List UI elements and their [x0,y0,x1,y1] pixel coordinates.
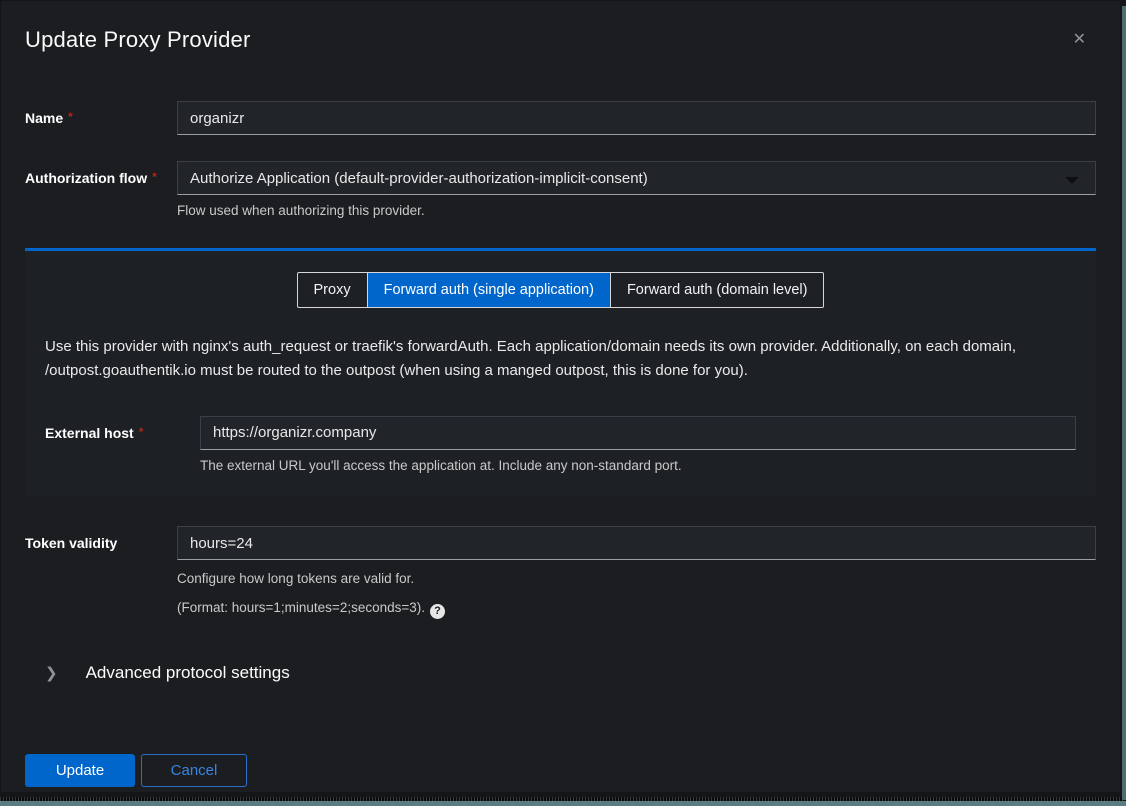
advanced-protocol-settings-label: Advanced protocol settings [86,663,290,683]
tab-forward-auth-single-application[interactable]: Forward auth (single application) [367,273,610,307]
window-right-edge [1122,6,1126,800]
authorization-flow-row: Authorization flow* Authorize Applicatio… [25,161,1096,221]
required-asterisk: * [68,110,73,124]
update-button[interactable]: Update [25,754,135,787]
token-validity-label: Token validity [25,526,177,551]
authorization-flow-help: Flow used when authorizing this provider… [177,201,1096,221]
name-input[interactable] [177,101,1096,135]
proxy-mode-card: Proxy Forward auth (single application) … [25,248,1096,497]
update-proxy-provider-modal: Update Proxy Provider ✕ Name* Authorizat… [1,1,1120,792]
cancel-button[interactable]: Cancel [141,754,247,787]
authorization-flow-selected-value: Authorize Application (default-provider-… [190,170,648,187]
external-host-row: External host* The external URL you'll a… [45,416,1076,476]
advanced-protocol-settings-toggle[interactable]: ❯ Advanced protocol settings [25,663,290,683]
required-asterisk: * [139,425,144,439]
chevron-down-icon [1065,177,1079,184]
authorization-flow-label: Authorization flow* [25,161,177,186]
token-validity-help-line2: (Format: hours=1;minutes=2;seconds=3).? [177,598,1096,619]
name-row: Name* [25,101,1096,135]
mode-description: Use this provider with nginx's auth_requ… [45,335,1055,383]
tab-proxy[interactable]: Proxy [298,273,367,307]
authorization-flow-select[interactable]: Authorize Application (default-provider-… [177,161,1096,195]
token-validity-input[interactable] [177,526,1096,560]
token-validity-row: Token validity Configure how long tokens… [25,526,1096,619]
token-validity-help-line1: Configure how long tokens are valid for. [177,569,1096,589]
external-host-help: The external URL you'll access the appli… [200,456,1076,476]
external-host-label: External host* [45,416,200,441]
proxy-mode-tab-group: Proxy Forward auth (single application) … [297,272,825,308]
close-icon[interactable]: ✕ [1073,31,1086,47]
help-icon[interactable]: ? [430,604,445,619]
required-asterisk: * [152,170,157,184]
modal-title: Update Proxy Provider [25,27,1096,53]
chevron-right-icon: ❯ [45,664,58,682]
window-bottom-edge [0,801,1126,806]
external-host-input[interactable] [200,416,1076,450]
modal-actions: Update Cancel [25,754,1096,787]
tab-forward-auth-domain-level[interactable]: Forward auth (domain level) [610,273,824,307]
name-label: Name* [25,101,177,126]
provider-form: Name* Authorization flow* Authorize Appl… [25,101,1096,787]
